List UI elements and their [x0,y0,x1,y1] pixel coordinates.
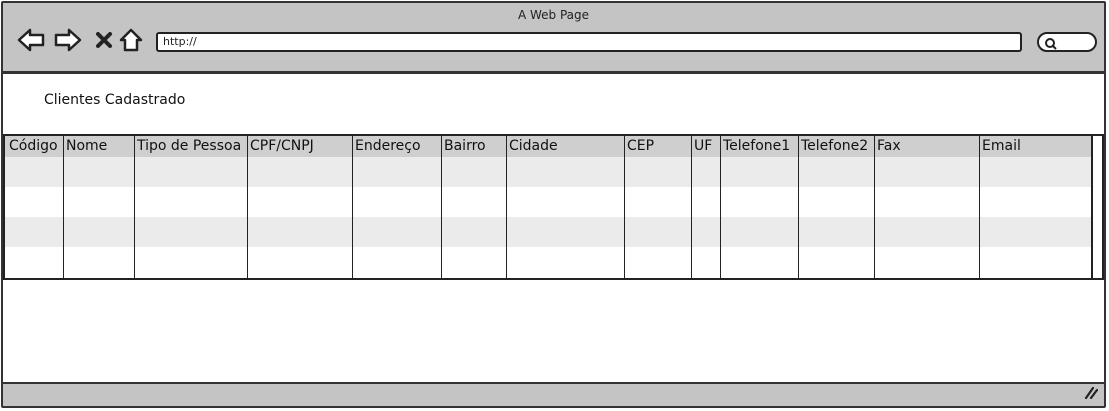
address-value: http:// [163,35,197,48]
column-divider [63,136,64,278]
column-header-codigo[interactable]: Código [9,138,63,156]
column-header-cidade[interactable]: Cidade [509,138,624,156]
table-row[interactable] [5,247,1091,277]
column-header-tipo-de-pessoa[interactable]: Tipo de Pessoa [137,138,247,156]
column-divider [691,136,692,278]
column-divider [624,136,625,278]
column-divider [979,136,980,278]
stop-button[interactable] [89,25,119,55]
home-button[interactable] [116,25,146,55]
resize-grip-icon[interactable] [1084,384,1099,403]
column-header-cep[interactable]: CEP [627,138,691,156]
back-arrow-icon [17,28,45,52]
column-header-uf[interactable]: UF [694,138,720,156]
column-divider [134,136,135,278]
column-header-email[interactable]: Email [982,138,1090,156]
window-title: A Web Page [517,8,590,22]
table-grid: Código Nome Tipo de Pessoa CPF/CNPJ Ende… [5,136,1091,278]
forward-arrow-icon [54,28,82,52]
search-field[interactable] [1037,32,1097,52]
column-header-cpf-cnpj[interactable]: CPF/CNPJ [250,138,352,156]
back-button[interactable] [16,25,46,55]
column-divider [247,136,248,278]
home-icon [118,27,144,53]
table-row[interactable] [5,157,1091,187]
column-divider [352,136,353,278]
column-divider [441,136,442,278]
column-header-telefone2[interactable]: Telefone2 [801,138,874,156]
forward-button[interactable] [53,25,83,55]
column-header-telefone1[interactable]: Telefone1 [723,138,798,156]
table-row[interactable] [5,187,1091,217]
column-divider [874,136,875,278]
column-divider [720,136,721,278]
column-header-bairro[interactable]: Bairro [444,138,506,156]
clients-table: Código Nome Tipo de Pessoa CPF/CNPJ Ende… [3,134,1104,280]
browser-toolbar: A Web Page http:// [3,3,1104,74]
browser-window: A Web Page http:// Clientes Cadastrado C… [1,1,1106,408]
column-header-nome[interactable]: Nome [66,138,134,156]
column-header-endereco[interactable]: Endereço [355,138,441,156]
page-title: Clientes Cadastrado [44,92,186,108]
status-bar [3,382,1104,406]
column-header-fax[interactable]: Fax [877,138,979,156]
column-divider [798,136,799,278]
column-divider [506,136,507,278]
close-icon [94,30,114,50]
table-row[interactable] [5,217,1091,247]
address-bar[interactable]: http:// [156,32,1022,52]
vertical-scrollbar[interactable] [1091,136,1102,278]
search-icon [1044,36,1058,55]
